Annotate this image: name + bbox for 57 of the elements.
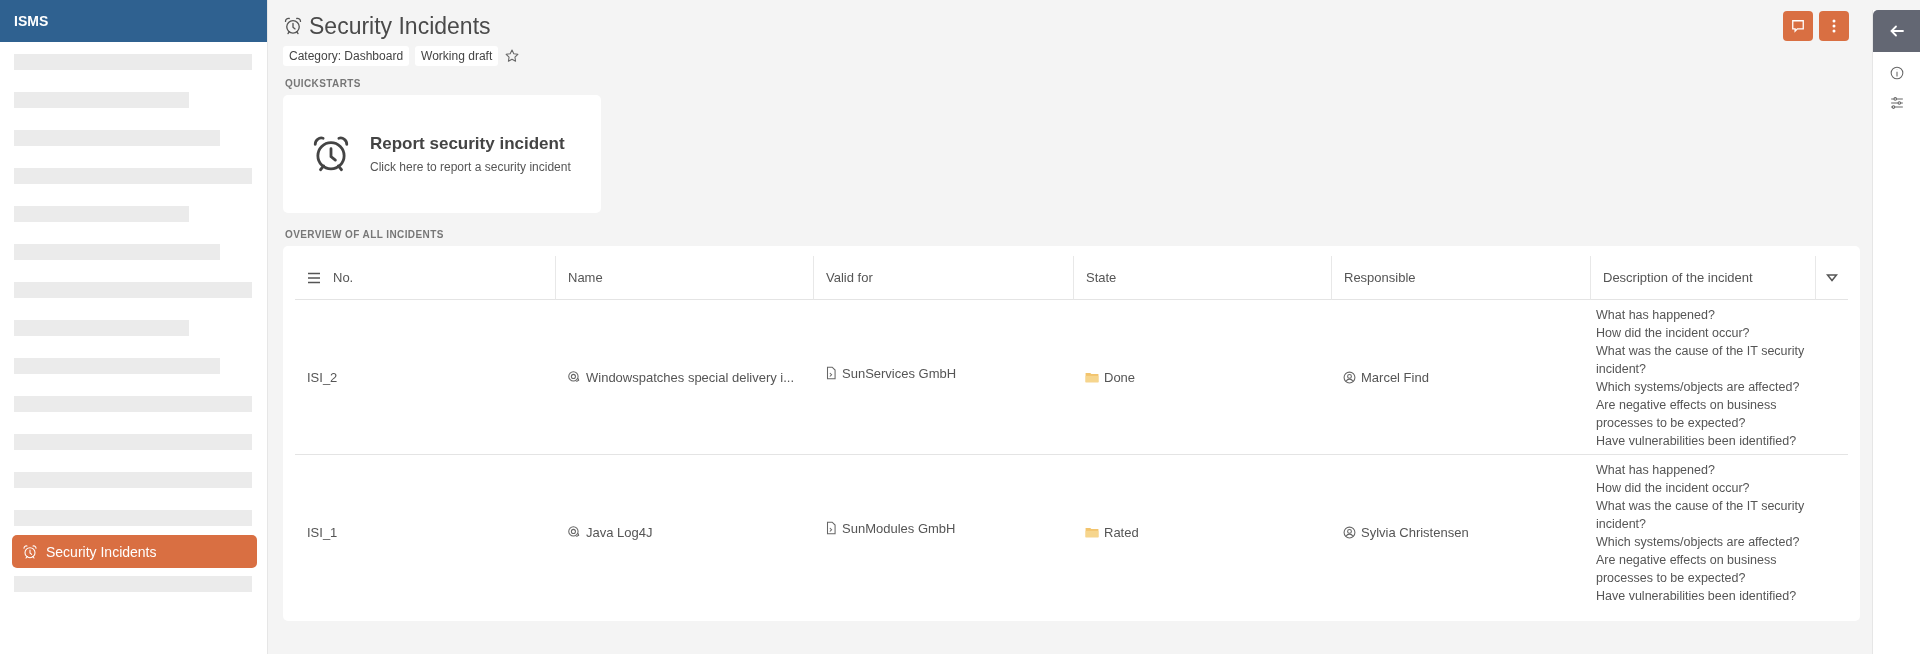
column-header[interactable]: No. [333,270,354,285]
description-line: What has happened? [1596,307,1715,324]
document-icon [825,366,837,380]
target-icon [567,370,581,384]
description-line: Have vulnerabilities been identified? [1596,433,1797,450]
description-line: How did the incident occur? [1596,480,1750,497]
tag: Working draft [415,46,499,66]
table-cell: Rated [1104,524,1139,540]
table-cell: SunServices GmbH [842,365,957,381]
table-cell: Marcel Find [1361,369,1429,385]
star-icon[interactable] [504,48,521,64]
alarm-clock-icon [22,543,38,560]
target-icon [567,525,581,539]
tag: Category: Dashboard [283,46,410,66]
table-cell[interactable]: Java Log4J [586,524,653,540]
back-button[interactable] [1873,10,1920,52]
quickstart-card[interactable]: Report security incident Click here to report a security incident [283,95,601,213]
table-cell: ISI_2 [307,369,338,385]
column-header[interactable]: Name [568,270,603,285]
section-heading: QUICKSTARTS [285,78,362,89]
description-line: What was the cause of the IT security incident? [1596,498,1806,533]
page-title: Security Incidents [309,12,491,40]
comment-button[interactable] [1783,11,1813,41]
arrow-left-icon [1890,25,1904,37]
sidebar-header: ISMS [0,0,267,42]
section-heading: OVERVIEW OF ALL INCIDENTS [285,229,445,240]
description-line: Have vulnerabilities been identified? [1596,588,1797,605]
column-header[interactable]: Responsible [1344,270,1416,285]
table-cell[interactable]: Windowspatches special delivery i... [586,369,795,385]
caret-icon[interactable] [1826,272,1838,283]
description-line: What has happened? [1596,462,1715,479]
chat-bubble-icon [1791,19,1805,33]
user-icon [1343,370,1356,384]
description-line: Which systems/objects are affected? [1596,534,1800,551]
card-title: Report security incident [370,134,566,154]
folder-icon [1085,371,1099,383]
column-header[interactable]: Description of the incident [1603,270,1753,285]
description-line: Which systems/objects are affected? [1596,379,1800,396]
table-cell: ISI_1 [307,524,338,540]
info-icon[interactable] [1889,66,1904,80]
table-cell: Done [1104,369,1136,385]
document-icon [825,521,837,535]
menu-icon[interactable] [307,271,321,284]
description-line: Are negative effects on business processes to be expected? [1596,397,1778,432]
description-line: How did the incident occur? [1596,325,1750,342]
sliders-icon[interactable] [1889,96,1904,110]
more-icon [1832,19,1836,33]
description-line: What was the cause of the IT security incident? [1596,343,1806,378]
column-header[interactable]: Valid for [826,270,873,285]
table-cell: SunModules GmbH [842,520,956,536]
table-cell: Sylvia Christensen [1361,524,1469,540]
column-header[interactable]: State [1086,270,1117,285]
user-icon [1343,525,1356,539]
folder-icon [1085,526,1099,538]
alarm-clock-icon [283,16,303,36]
description-line: Are negative effects on business processes to be expected? [1596,552,1778,587]
card-description: Click here to report a security incident [370,160,571,174]
